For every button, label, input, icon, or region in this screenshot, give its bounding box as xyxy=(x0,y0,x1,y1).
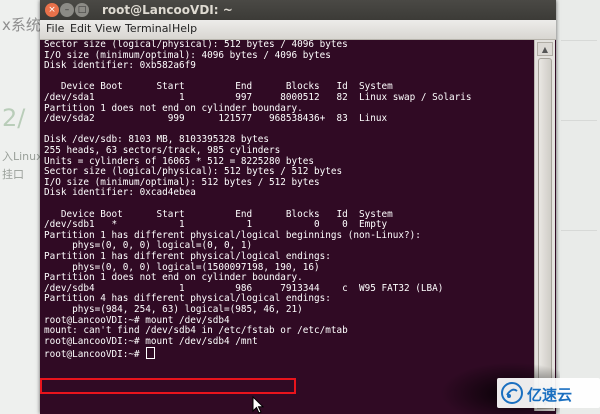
menu-terminal[interactable]: Terminal xyxy=(125,22,172,35)
terminal-line: /dev/sda1 1 997 8000512 82 Linux swap / … xyxy=(44,92,472,103)
watermark-text: 亿速云 xyxy=(527,386,573,404)
menu-view[interactable]: View xyxy=(95,22,121,35)
terminal-line: phys=(984, 254, 63) logical=(985, 46, 21… xyxy=(44,304,303,315)
background-text: 挂口 xyxy=(2,168,24,181)
window-title: root@LancooVDI: ~ xyxy=(102,3,233,17)
menubar: File Edit View Terminal Help xyxy=(40,20,556,40)
scrollbar-thumb[interactable] xyxy=(538,58,552,393)
background-text: x系统 xyxy=(2,16,41,34)
background-divider xyxy=(561,40,597,41)
terminal-line: Partition 1 has different physical/logic… xyxy=(44,251,331,262)
menu-edit[interactable]: Edit xyxy=(70,22,91,35)
terminal-output[interactable]: Sector size (logical/physical): 512 byte… xyxy=(42,40,532,411)
terminal-current-prompt[interactable]: root@LancooVDI:~# xyxy=(44,347,156,361)
terminal-line: Disk identifier: 0xcad4ebea xyxy=(44,187,196,199)
background-divider xyxy=(561,230,597,231)
mouse-pointer-icon xyxy=(252,396,264,414)
window-titlebar[interactable]: × – □ root@LancooVDI: ~ xyxy=(40,0,556,20)
terminal-line: /dev/sda2 999 121577 968538436+ 83 Linux xyxy=(44,113,388,125)
background-right-panel xyxy=(555,0,600,414)
scroll-up-icon[interactable]: ▲ xyxy=(537,42,553,56)
background-text: 入Linux xyxy=(2,150,43,163)
menu-file[interactable]: File xyxy=(46,22,64,35)
terminal-line: Disk identifier: 0xb582a6f9 xyxy=(44,60,196,72)
maximize-icon[interactable]: □ xyxy=(75,3,89,17)
terminal-prompt-text: root@LancooVDI:~# xyxy=(44,349,146,361)
terminal-scrollbar[interactable]: ▲ ▼ xyxy=(534,40,555,411)
terminal-line: 255 heads, 63 sectors/track, 985 cylinde… xyxy=(44,145,281,156)
highlight-annotation-box xyxy=(40,378,296,394)
close-icon[interactable]: × xyxy=(45,3,59,17)
menu-help[interactable]: Help xyxy=(172,22,197,35)
watermark-logo: 亿速云 xyxy=(497,378,600,408)
terminal-window[interactable]: × – □ root@LancooVDI: ~ File Edit View T… xyxy=(40,0,556,414)
minimize-icon[interactable]: – xyxy=(60,3,74,17)
background-text: 2/ xyxy=(2,104,26,132)
cloud-logo-icon xyxy=(501,382,523,404)
terminal-highlighted-command: root@LancooVDI:~# mount /dev/sdb4 /mnt xyxy=(44,335,258,347)
terminal-line: Sector size (logical/physical): 512 byte… xyxy=(44,40,348,50)
text-cursor xyxy=(146,347,156,360)
background-divider xyxy=(561,120,597,121)
